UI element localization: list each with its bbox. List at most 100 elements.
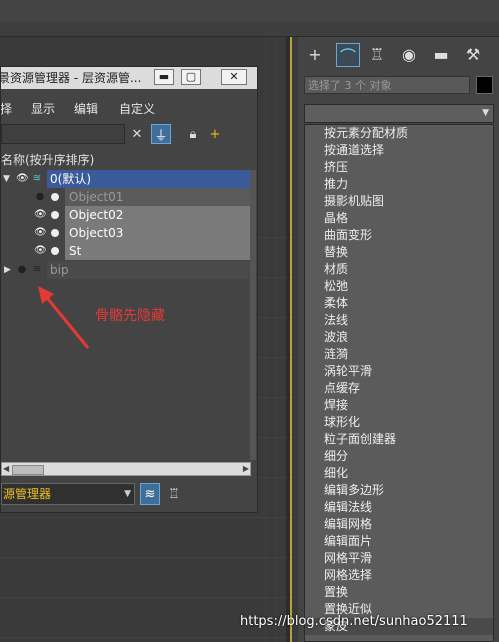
menu-display[interactable]: 显示 xyxy=(31,99,55,119)
motion-icon[interactable]: ◉ xyxy=(398,43,420,65)
explorer-title: 景资源管理器 - 层资源管... xyxy=(0,71,142,85)
modifier-item[interactable]: 替换 xyxy=(305,244,493,261)
modifier-item[interactable]: 网格选择 xyxy=(305,567,493,584)
tree-item-label: bip xyxy=(50,263,69,277)
main-toolbar xyxy=(0,0,499,22)
layer-mode-icon[interactable]: ≋ xyxy=(140,483,160,505)
tree-item-label: Object02 xyxy=(69,208,124,222)
close-button[interactable]: ✕ xyxy=(221,69,247,85)
explorer-title-bar[interactable]: 景资源管理器 - 层资源管... ▬ ▢ ✕ xyxy=(0,67,257,89)
modifier-item[interactable]: 涡轮平滑 xyxy=(305,363,493,380)
minimize-button[interactable]: ▬ xyxy=(154,69,174,85)
modifier-item[interactable]: 置换 xyxy=(305,584,493,601)
modifier-item[interactable]: 松弛 xyxy=(305,278,493,295)
tree-row-layer-default[interactable]: ▼ 👁︎ ≋ 0(默认) xyxy=(1,170,255,188)
display-icon[interactable]: ▬ xyxy=(430,43,452,65)
eye-hidden-icon[interactable]: ● xyxy=(16,264,28,276)
horizontal-scrollbar[interactable]: ◀ ▶ xyxy=(1,462,251,476)
modifier-item[interactable]: 球形化 xyxy=(305,414,493,431)
tree-row-object02[interactable]: 👁︎ Object02 xyxy=(1,206,255,224)
object-color-swatch[interactable] xyxy=(476,76,493,94)
plus-icon[interactable]: + xyxy=(304,43,326,65)
wrench-icon[interactable]: ⚒ xyxy=(462,43,484,65)
expand-arrow-icon[interactable]: ▼ xyxy=(3,170,10,188)
tree-row-object01[interactable]: ● Object01 xyxy=(1,188,255,206)
menu-select[interactable]: 择 xyxy=(1,99,12,119)
eye-hidden-icon[interactable]: ● xyxy=(34,191,46,203)
scroll-left-icon[interactable]: ◀ xyxy=(3,463,9,475)
selection-info: 选择了 3 个 对象 xyxy=(304,76,470,94)
explorer-type-label: 源管理器 xyxy=(3,487,52,501)
search-input[interactable] xyxy=(1,124,125,144)
object-dot-icon xyxy=(51,193,59,201)
explorer-type-dropdown[interactable]: 源管理器 ▼ xyxy=(1,483,135,505)
modifier-item[interactable]: 曲面变形 xyxy=(305,227,493,244)
modifier-item[interactable]: 点缓存 xyxy=(305,380,493,397)
modifier-item[interactable]: 焊接 xyxy=(305,397,493,414)
modifier-item[interactable]: 编辑面片 xyxy=(305,533,493,550)
modifier-list-dropdown[interactable]: ▼ xyxy=(304,104,494,123)
modifier-item[interactable]: 细分 xyxy=(305,448,493,465)
modifier-item[interactable]: 晶格 xyxy=(305,210,493,227)
tree-item-label: Object01 xyxy=(69,190,124,204)
add-layer-icon[interactable]: + xyxy=(205,124,225,144)
clear-search-icon[interactable]: ✕ xyxy=(127,124,147,144)
tree-item-label: Object03 xyxy=(69,226,124,240)
modifier-item[interactable]: 网格平滑 xyxy=(305,550,493,567)
lock-icon[interactable]: 🔒︎ xyxy=(183,124,203,144)
command-panel-tabs: + ⌒ ♖ ◉ ▬ ⚒ xyxy=(298,37,499,71)
modifier-item[interactable]: 波浪 xyxy=(305,329,493,346)
eye-icon[interactable]: 👁︎ xyxy=(34,245,47,257)
eye-icon[interactable]: 👁︎ xyxy=(34,227,47,239)
menu-customize[interactable]: 自定义 xyxy=(119,99,155,119)
chevron-down-icon: ▼ xyxy=(482,108,489,118)
collapse-arrow-icon[interactable]: ▶ xyxy=(4,261,11,279)
modifier-item[interactable]: 柔体 xyxy=(305,295,493,312)
modifier-item[interactable]: 按通道选择 xyxy=(305,142,493,159)
hierarchy-mode-icon[interactable]: ♖ xyxy=(164,483,184,505)
column-header-label: 名称(按升序排序) xyxy=(1,153,95,167)
tree-item-label: St xyxy=(69,244,82,258)
hierarchy-icon[interactable]: ♖ xyxy=(366,43,388,65)
modifier-item[interactable]: 材质 xyxy=(305,261,493,278)
modifier-item[interactable]: 细化 xyxy=(305,465,493,482)
filter-icon[interactable]: ⏚ xyxy=(151,124,171,144)
curve-icon[interactable]: ⌒ xyxy=(336,43,360,67)
modifier-item[interactable]: 按元素分配材质 xyxy=(305,125,493,142)
explorer-menubar: 择 显示 编辑 自定义 xyxy=(1,99,257,119)
tree-row-layer-bip[interactable]: ▶ ● ≋ bip xyxy=(1,261,255,279)
modifier-item[interactable]: 挤压 xyxy=(305,159,493,176)
modifier-item[interactable]: 编辑网格 xyxy=(305,516,493,533)
modifier-item[interactable]: 涟漪 xyxy=(305,346,493,363)
scroll-thumb[interactable] xyxy=(12,465,44,475)
annotation-label: 骨骼先隐藏 xyxy=(95,308,165,324)
row-background xyxy=(47,261,253,279)
modifier-item[interactable]: 法线 xyxy=(305,312,493,329)
annotation-arrow-icon xyxy=(38,286,90,349)
maximize-button[interactable]: ▢ xyxy=(181,69,201,85)
modifier-item[interactable]: 编辑多边形 xyxy=(305,482,493,499)
watermark: https://blog.csdn.net/sunhao52111 xyxy=(240,614,468,629)
eye-icon[interactable]: 👁︎ xyxy=(34,209,47,221)
column-header[interactable]: 名称(按升序排序) xyxy=(1,151,257,169)
layer-stack-icon: ≋ xyxy=(32,173,42,184)
viewport-active-border xyxy=(290,37,292,642)
tree-row-st[interactable]: 👁︎ St xyxy=(1,242,255,260)
modifier-item[interactable]: 粒子面创建器 xyxy=(305,431,493,448)
menu-edit[interactable]: 编辑 xyxy=(74,99,98,119)
tree-item-label: 0(默认) xyxy=(50,172,91,186)
object-dot-icon xyxy=(51,247,59,255)
vertical-scrollbar[interactable] xyxy=(250,170,256,460)
layer-stack-icon: ≋ xyxy=(32,264,42,275)
scroll-right-icon[interactable]: ▶ xyxy=(243,463,249,475)
modifier-item[interactable]: 编辑法线 xyxy=(305,499,493,516)
modifier-list[interactable]: 按元素分配材质 按通道选择 挤压 推力 摄影机贴图 晶格 曲面变形 替换 材质 … xyxy=(304,124,494,642)
secondary-toolbar xyxy=(0,22,499,37)
modifier-item[interactable]: 推力 xyxy=(305,176,493,193)
eye-icon[interactable]: 👁︎ xyxy=(16,173,29,185)
row-background xyxy=(65,242,253,260)
modifier-item[interactable]: 摄影机贴图 xyxy=(305,193,493,210)
tree-row-object03[interactable]: 👁︎ Object03 xyxy=(1,224,255,242)
chevron-down-icon: ▼ xyxy=(124,489,131,499)
object-dot-icon xyxy=(51,211,59,219)
